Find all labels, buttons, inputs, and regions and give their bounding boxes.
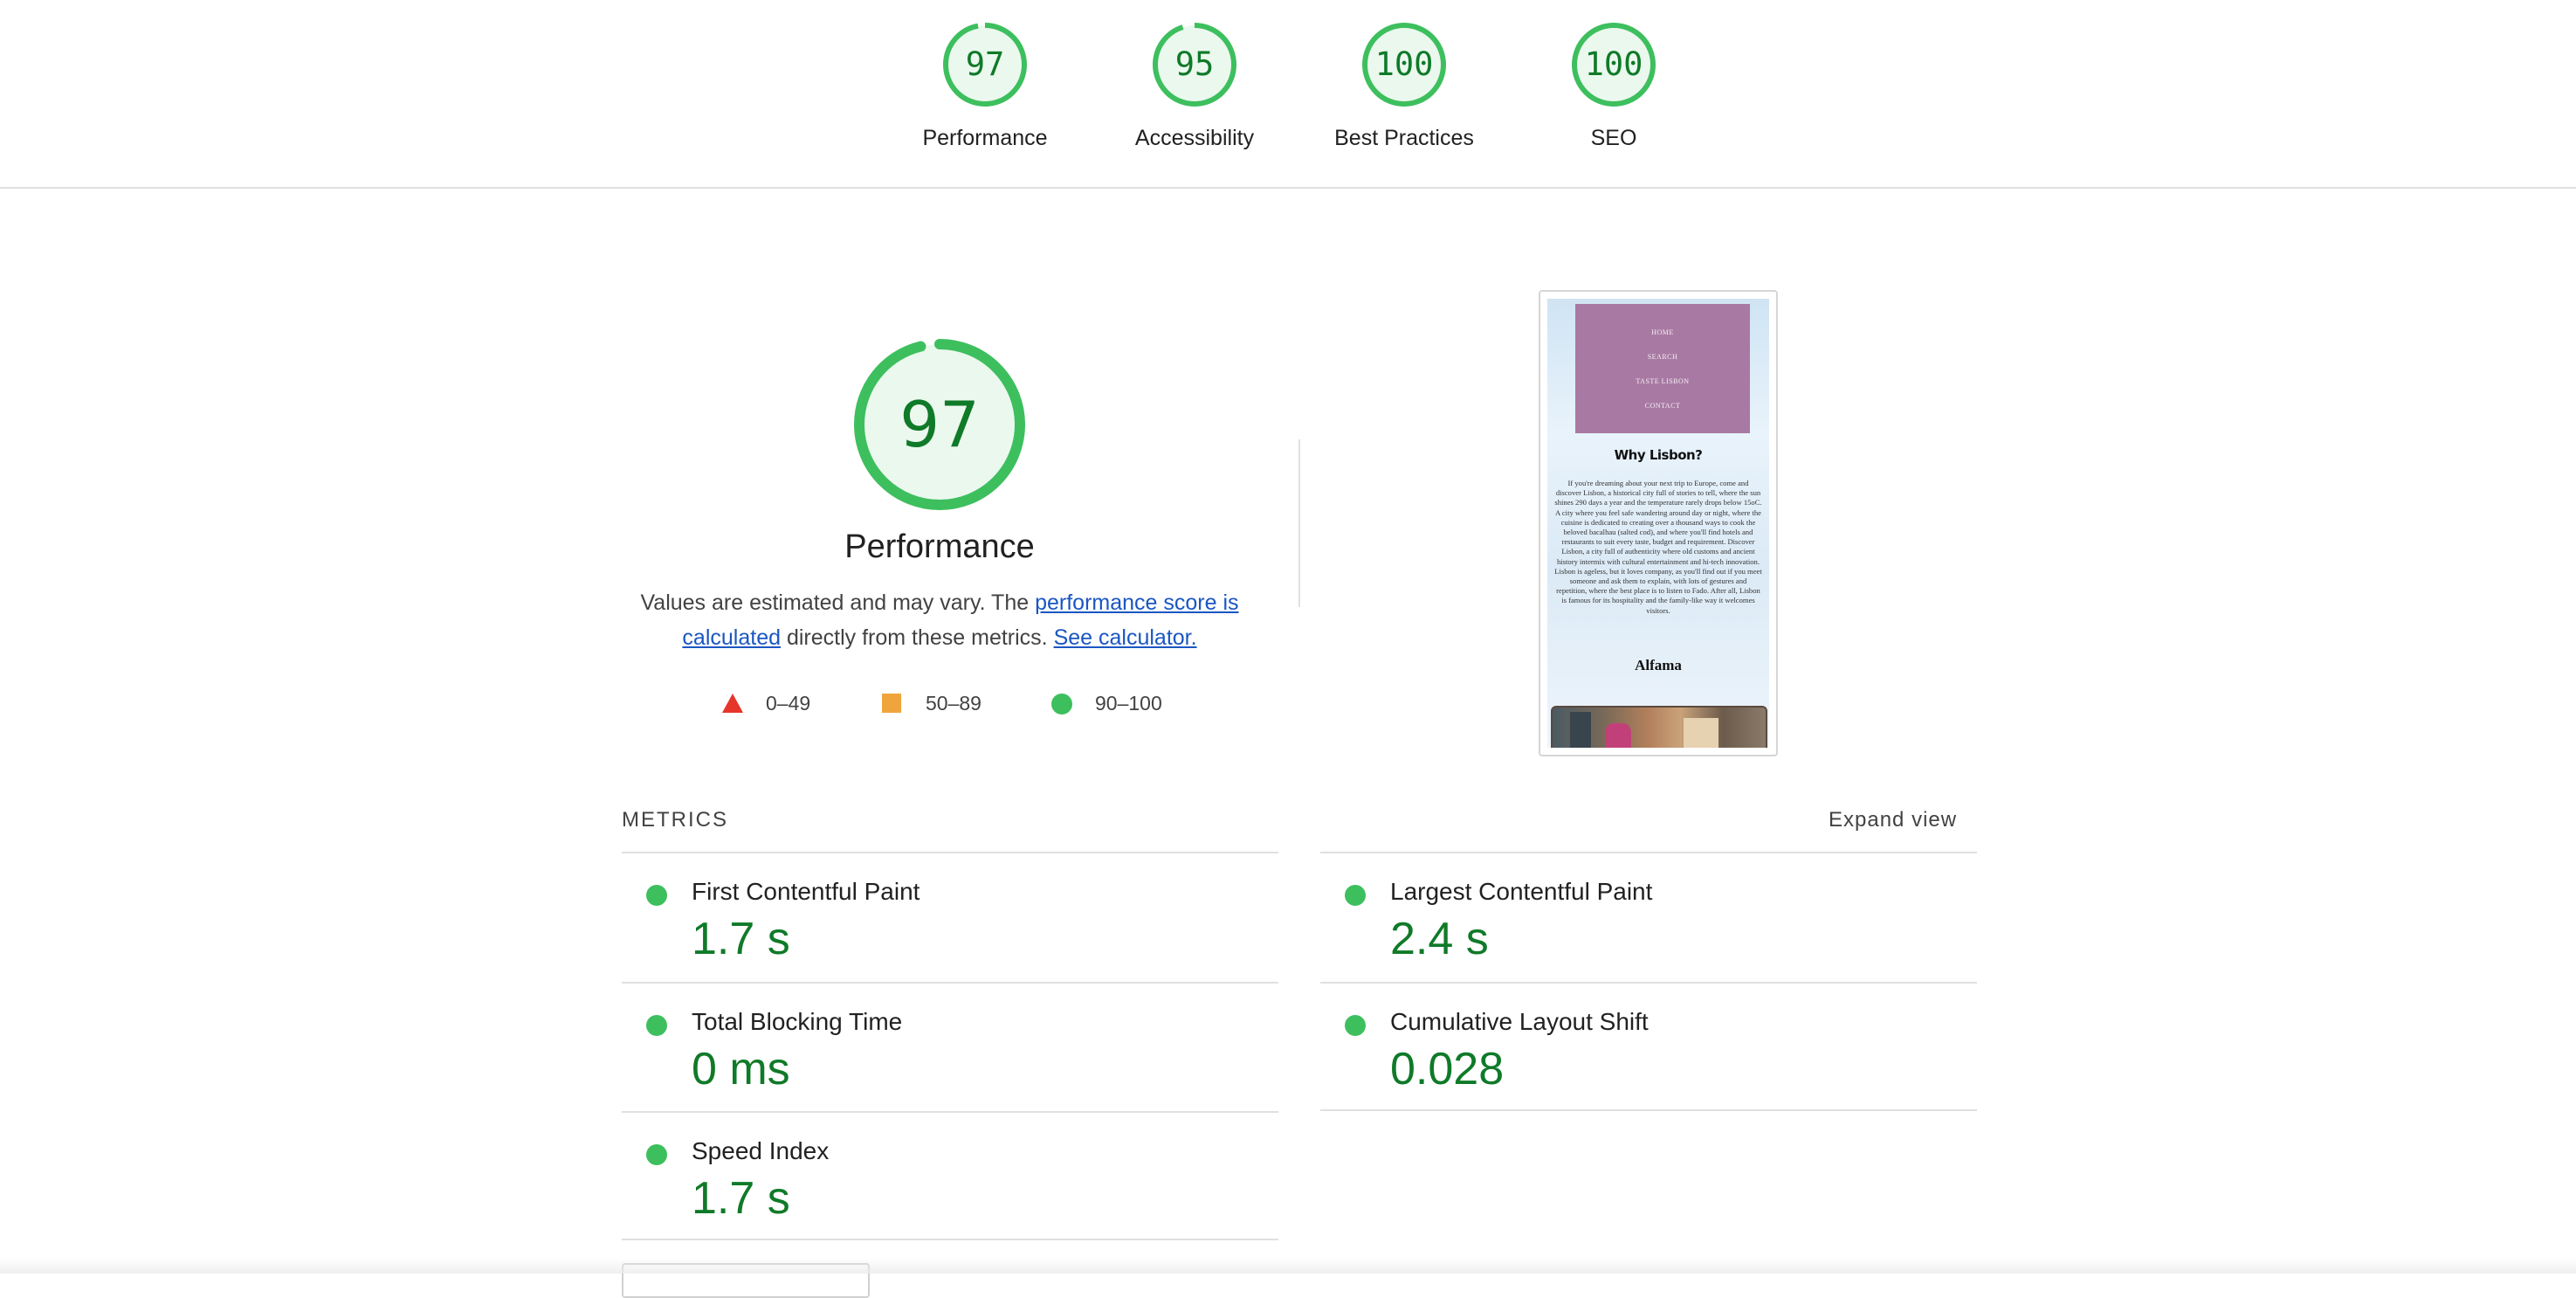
gauge-label: Best Practices xyxy=(1334,126,1474,150)
summary-gauge-performance[interactable]: 97 Performance xyxy=(880,21,1090,151)
legend-range: 0–49 xyxy=(766,692,811,715)
metric-total-blocking-time: Total Blocking Time 0 ms xyxy=(622,984,1278,1111)
gauge-score: 100 xyxy=(1584,45,1643,83)
nav-item-search: SEARCH xyxy=(1647,353,1678,361)
metric-title: Largest Contentful Paint xyxy=(1390,878,1653,905)
performance-gauge: 97 xyxy=(851,335,1029,514)
summary-gauge-best-practices[interactable]: 100 Best Practices xyxy=(1299,21,1509,151)
score-summary-bar: 97 Performance 95 Accessibility 100 Best… xyxy=(0,0,2576,189)
description-text: directly from these metrics. xyxy=(781,625,1054,650)
performance-title: Performance xyxy=(844,528,1035,565)
site-nav: HOME SEARCH TASTE LISBON CONTACT xyxy=(1575,304,1750,433)
pass-circle-icon xyxy=(646,1144,667,1165)
bottom-fade xyxy=(0,1258,2576,1274)
pass-circle-icon xyxy=(1345,885,1366,906)
see-calculator-link[interactable]: See calculator. xyxy=(1054,625,1197,650)
gauge-ring: 95 xyxy=(1151,21,1238,108)
legend-range: 50–89 xyxy=(926,692,981,715)
site-heading: Why Lisbon? xyxy=(1614,447,1703,463)
pass-circle-icon xyxy=(1345,1015,1366,1036)
gauge-label: Accessibility xyxy=(1134,126,1255,150)
site-subheading: Alfama xyxy=(1635,657,1682,673)
metric-title: Total Blocking Time xyxy=(692,1008,903,1035)
gauge-ring: 97 xyxy=(941,21,1029,108)
final-screenshot-thumbnail[interactable]: HOME SEARCH TASTE LISBON CONTACT Why Lis… xyxy=(1539,290,1778,756)
nav-item-taste-lisbon: TASTE LISBON xyxy=(1636,377,1690,385)
gauge-score: 97 xyxy=(965,45,1005,83)
metric-title: Cumulative Layout Shift xyxy=(1390,1008,1649,1035)
divider xyxy=(1298,439,1300,607)
nav-item-contact: CONTACT xyxy=(1644,402,1681,410)
expand-view-button[interactable]: Expand view xyxy=(1829,808,1957,832)
gauge-score: 95 xyxy=(1174,45,1215,83)
site-photo xyxy=(1551,706,1767,748)
gauge-label: Performance xyxy=(922,126,1048,150)
metric-title: First Contentful Paint xyxy=(692,878,920,905)
metric-largest-contentful-paint: Largest Contentful Paint 2.4 s xyxy=(1320,853,1977,981)
summary-gauge-accessibility[interactable]: 95 Accessibility xyxy=(1090,21,1299,151)
metric-value: 1.7 s xyxy=(692,1173,790,1224)
screenshot-content: HOME SEARCH TASTE LISBON CONTACT Why Lis… xyxy=(1547,299,1769,748)
pass-circle-icon xyxy=(646,885,667,906)
nav-item-home: HOME xyxy=(1651,328,1674,336)
divider xyxy=(1320,1109,1977,1111)
gauge-score: 100 xyxy=(1374,45,1434,83)
triangle-icon xyxy=(722,694,743,713)
performance-description: Values are estimated and may vary. The p… xyxy=(611,585,1268,655)
gauge-label: SEO xyxy=(1590,126,1637,150)
metric-value: 0 ms xyxy=(692,1044,790,1094)
metric-value: 0.028 xyxy=(1390,1044,1505,1094)
metric-title: Speed Index xyxy=(692,1137,830,1164)
gauge-ring: 100 xyxy=(1360,21,1448,108)
site-body-text: If you're dreaming about your next trip … xyxy=(1554,479,1762,615)
circle-icon xyxy=(1051,694,1072,715)
metric-speed-index: Speed Index 1.7 s xyxy=(622,1113,1278,1240)
square-icon xyxy=(882,694,901,713)
pass-circle-icon xyxy=(646,1015,667,1036)
divider xyxy=(622,1239,1278,1240)
gauge-ring: 100 xyxy=(1570,21,1657,108)
metric-cumulative-layout-shift: Cumulative Layout Shift 0.028 xyxy=(1320,984,1977,1111)
summary-gauge-seo[interactable]: 100 SEO xyxy=(1509,21,1718,151)
performance-score: 97 xyxy=(899,388,980,461)
description-text: Values are estimated and may vary. The xyxy=(640,590,1036,615)
metric-value: 2.4 s xyxy=(1390,914,1489,964)
legend-range: 90–100 xyxy=(1095,692,1162,715)
metrics-header: METRICS xyxy=(622,808,728,832)
metric-first-contentful-paint: First Contentful Paint 1.7 s xyxy=(622,853,1278,981)
metric-value: 1.7 s xyxy=(692,914,790,964)
